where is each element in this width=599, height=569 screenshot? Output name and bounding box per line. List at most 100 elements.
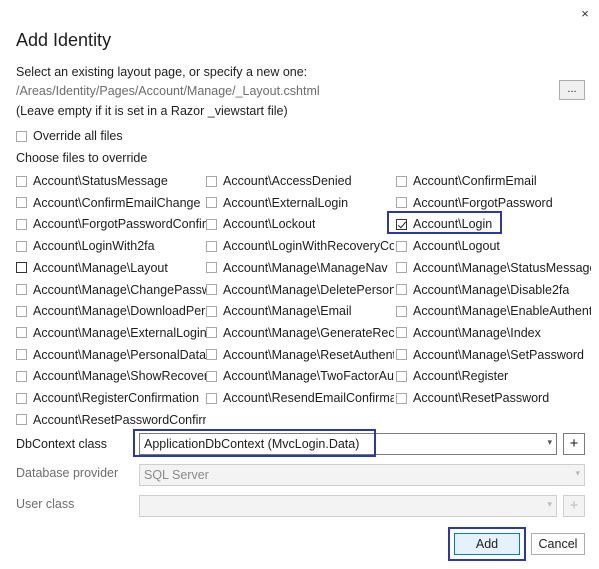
file-checkbox-item[interactable]: Account\ConfirmEmail: [396, 172, 591, 190]
checkbox-icon[interactable]: [206, 240, 217, 252]
file-checkbox-item[interactable]: Account\Register: [396, 367, 591, 385]
file-checkbox-label: Account\LoginWith2fa: [33, 239, 155, 254]
checkbox-icon[interactable]: [16, 218, 27, 230]
checkbox-icon[interactable]: [16, 414, 27, 426]
file-checkbox-item[interactable]: Account\Manage\Layout: [16, 259, 206, 277]
layout-path-input[interactable]: /Areas/Identity/Pages/Account/Manage/_La…: [16, 84, 320, 98]
checkbox-icon[interactable]: [206, 262, 217, 274]
checkbox-icon[interactable]: [16, 130, 27, 142]
file-checkbox-item[interactable]: Account\LoginWithRecoveryCode: [206, 237, 394, 255]
file-checkbox-item[interactable]: Account\ResetPasswordConfirmation: [16, 411, 206, 429]
file-checkbox-item[interactable]: Account\ResetPassword: [396, 389, 591, 407]
database-provider-value: SQL Server: [144, 468, 209, 482]
checkbox-icon[interactable]: [396, 262, 407, 274]
file-checkbox-item[interactable]: Account\Manage\StatusMessage: [396, 259, 591, 277]
checkbox-icon[interactable]: [396, 284, 407, 295]
database-provider-combobox[interactable]: SQL Server ▾: [139, 464, 585, 486]
file-checkbox-item[interactable]: Account\Manage\DeletePersonalData: [206, 281, 394, 299]
file-checkbox-label: Account\Manage\TwoFactorAuthentication: [223, 369, 394, 384]
file-checkbox-label: Account\Manage\EnableAuthenticator: [413, 304, 591, 319]
checkbox-icon[interactable]: [16, 262, 27, 274]
file-checkbox-item[interactable]: Account\RegisterConfirmation: [16, 389, 206, 407]
checkbox-icon[interactable]: [206, 175, 217, 187]
dialog-title: Add Identity: [16, 30, 112, 50]
file-checkbox-item[interactable]: Account\ForgotPassword: [396, 194, 591, 212]
checkbox-icon[interactable]: [16, 349, 27, 361]
cancel-button[interactable]: Cancel: [531, 533, 585, 555]
dbcontext-label: DbContext class: [16, 437, 108, 451]
checkbox-icon[interactable]: [396, 349, 407, 361]
file-checkbox-label: Account\Manage\Email: [223, 304, 352, 319]
checkbox-icon[interactable]: [206, 284, 217, 295]
checkbox-icon[interactable]: [206, 305, 217, 317]
file-checkbox-item[interactable]: Account\StatusMessage: [16, 172, 206, 190]
user-class-combobox[interactable]: ▾: [139, 495, 557, 517]
checkbox-icon[interactable]: [206, 197, 217, 209]
checkbox-icon[interactable]: [16, 240, 27, 252]
file-checkbox-label: Account\ResetPassword: [413, 391, 550, 405]
close-icon[interactable]: ×: [578, 7, 592, 21]
checkbox-icon[interactable]: [396, 240, 407, 252]
file-checkbox-label: Account\Manage\ResetAuthenticator: [223, 347, 394, 362]
file-checkbox-item[interactable]: Account\Manage\SetPassword: [396, 346, 591, 364]
file-checkbox-item[interactable]: Account\Logout: [396, 237, 591, 255]
checkbox-icon[interactable]: [16, 327, 27, 339]
file-checkbox-label: Account\Manage\ChangePassword: [33, 282, 206, 297]
checkbox-icon[interactable]: [396, 370, 407, 382]
file-checkbox-item[interactable]: Account\Manage\ChangePassword: [16, 281, 206, 299]
file-checkbox-label: Account\ForgotPasswordConfirmation: [33, 217, 206, 232]
file-checkbox-item[interactable]: Account\Manage\EnableAuthenticator: [396, 302, 591, 320]
checkbox-icon[interactable]: [396, 305, 407, 317]
checkbox-icon[interactable]: [16, 197, 27, 209]
file-checkbox-item[interactable]: Account\ConfirmEmailChange: [16, 194, 206, 212]
checkbox-icon[interactable]: [206, 349, 217, 361]
override-all-checkbox[interactable]: Override all files: [16, 127, 123, 145]
add-dbcontext-button[interactable]: +: [563, 433, 585, 455]
file-checkbox-item[interactable]: Account\AccessDenied: [206, 172, 394, 190]
chevron-down-icon[interactable]: ▾: [575, 468, 580, 479]
checkbox-icon[interactable]: [206, 218, 217, 230]
file-checkbox-item[interactable]: Account\Manage\DownloadPersonalData: [16, 302, 206, 320]
browse-layout-button[interactable]: ...: [559, 80, 585, 100]
file-checkbox-item[interactable]: Account\Manage\ShowRecoveryCodes: [16, 367, 206, 385]
file-checkbox-label: Account\AccessDenied: [223, 174, 352, 188]
file-checkbox-item[interactable]: Account\Lockout: [206, 215, 394, 233]
add-button[interactable]: Add: [454, 533, 520, 555]
file-checkbox-item[interactable]: Account\Manage\ManageNav: [206, 259, 394, 277]
checkbox-icon[interactable]: [16, 392, 27, 404]
file-checkbox-item[interactable]: Account\Manage\TwoFactorAuthentication: [206, 367, 394, 385]
file-checkbox-item[interactable]: Account\Manage\Index: [396, 324, 591, 342]
file-checkbox-item[interactable]: Account\ForgotPasswordConfirmation: [16, 215, 206, 233]
file-checkbox-item[interactable]: Account\Manage\Disable2fa: [396, 281, 591, 299]
file-checkbox-item[interactable]: Account\Manage\PersonalData: [16, 346, 206, 364]
file-checkbox-item[interactable]: Account\Manage\ResetAuthenticator: [206, 346, 394, 364]
checkbox-icon[interactable]: [396, 175, 407, 187]
file-checkbox-label: Account\ConfirmEmail: [413, 174, 537, 188]
file-checkbox-label: Account\Manage\SetPassword: [413, 347, 584, 362]
checkbox-icon[interactable]: [206, 370, 217, 382]
checkbox-icon[interactable]: [16, 284, 27, 295]
checkbox-icon[interactable]: [396, 197, 407, 209]
checkbox-icon[interactable]: [396, 392, 407, 404]
checkbox-icon[interactable]: [206, 392, 217, 404]
file-checkbox-label: Account\Manage\Index: [413, 325, 541, 340]
chevron-down-icon[interactable]: ▾: [547, 499, 552, 510]
layout-hint: (Leave empty if it is set in a Razor _vi…: [16, 104, 288, 118]
file-checkbox-item[interactable]: Account\Manage\Email: [206, 302, 394, 320]
checkbox-icon[interactable]: [16, 305, 27, 317]
checkbox-icon[interactable]: [16, 175, 27, 187]
file-checkbox-item[interactable]: Account\ExternalLogin: [206, 194, 394, 212]
file-checkbox-item[interactable]: Account\Manage\GenerateRecoveryCodes: [206, 324, 394, 342]
file-checkbox-label: Account\Manage\StatusMessage: [413, 260, 591, 275]
file-checkbox-label: Account\RegisterConfirmation: [33, 391, 200, 405]
add-user-class-button[interactable]: +: [563, 495, 585, 517]
file-checkbox-label: Account\ResetPasswordConfirmation: [33, 412, 206, 427]
file-checkbox-item[interactable]: Account\ResendEmailConfirmation: [206, 389, 394, 407]
file-checkbox-label: Account\Manage\Disable2fa: [413, 282, 570, 297]
file-checkbox-item[interactable]: Account\Manage\ExternalLogins: [16, 324, 206, 342]
checkbox-icon[interactable]: [206, 327, 217, 339]
chevron-down-icon[interactable]: ▾: [547, 437, 552, 448]
checkbox-icon[interactable]: [16, 370, 27, 382]
file-checkbox-item[interactable]: Account\LoginWith2fa: [16, 237, 206, 255]
checkbox-icon[interactable]: [396, 327, 407, 339]
